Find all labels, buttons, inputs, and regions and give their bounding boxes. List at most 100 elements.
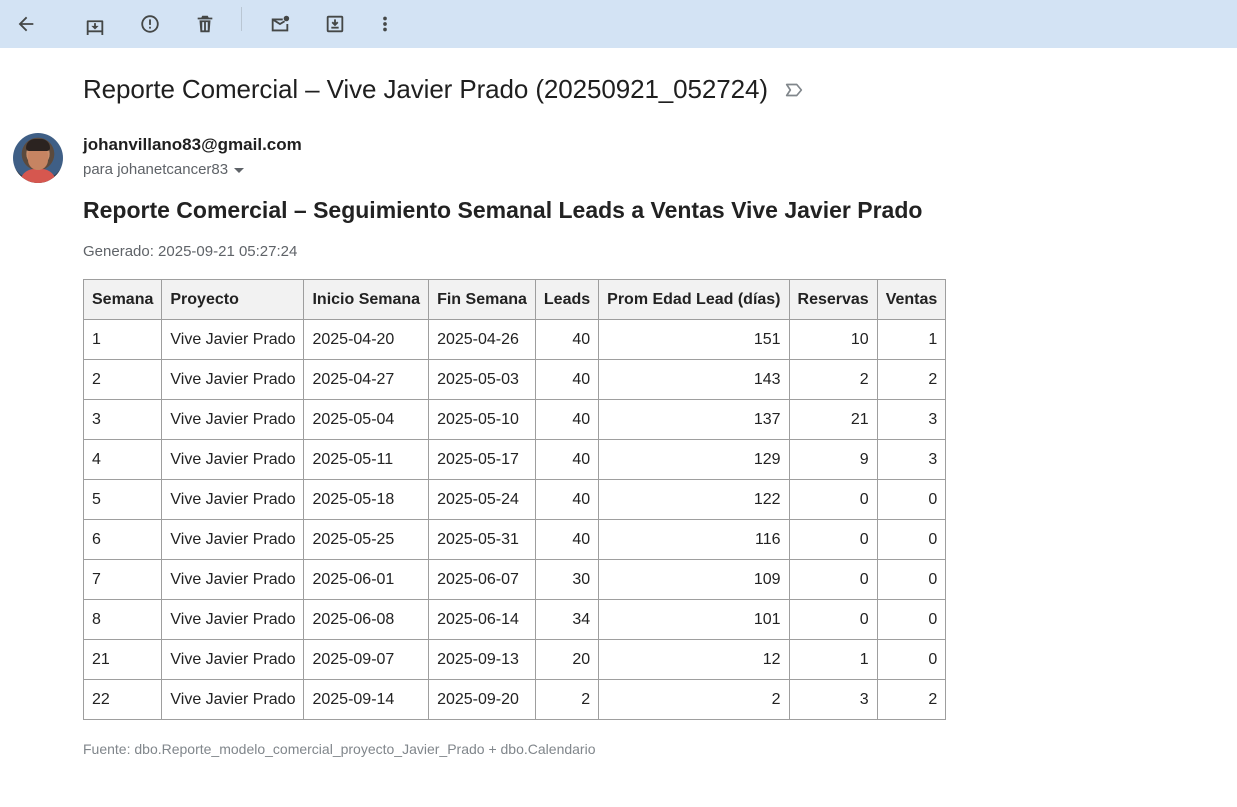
more-vert-icon[interactable] [367,6,403,42]
cell-prom-edad-lead: 122 [598,479,790,520]
cell-prom-edad-lead: 143 [598,359,790,400]
col-ventas: Ventas [876,279,947,320]
label-important-icon[interactable] [783,79,805,101]
cell-semana: 1 [82,319,163,360]
table-row: 8 Vive Javier Prado 2025-06-08 2025-06-14 34… [82,599,947,640]
cell-ventas: 0 [876,599,947,640]
table-row: 7 Vive Javier Prado 2025-06-01 2025-06-07 30… [82,559,947,600]
col-leads: Leads [534,279,600,320]
cell-semana: 7 [82,559,163,600]
cell-semana: 21 [82,639,163,680]
cell-fin-semana: 2025-04-26 [428,319,536,360]
report-title: Reporte Comercial – Seguimiento Semanal … [83,197,923,223]
delete-icon[interactable] [187,6,223,42]
cell-prom-edad-lead: 101 [598,599,790,640]
table-row: 1 Vive Javier Prado 2025-04-20 2025-04-26 40… [82,319,947,360]
cell-proyecto: Vive Javier Prado [161,599,305,640]
move-to-icon[interactable] [317,6,353,42]
cell-inicio-semana: 2025-09-14 [303,679,430,720]
cell-proyecto: Vive Javier Prado [161,319,305,360]
sender-avatar[interactable] [13,133,63,183]
mark-unread-icon[interactable] [262,6,298,42]
report-table: Semana Proyecto Inicio Semana Fin Semana… [82,279,947,720]
table-row: 3 Vive Javier Prado 2025-05-04 2025-05-10 40… [82,399,947,440]
archive-icon[interactable] [77,6,113,42]
col-proyecto: Proyecto [161,279,305,320]
cell-fin-semana: 2025-05-03 [428,359,536,400]
table-row: 2 Vive Javier Prado 2025-04-27 2025-05-03 40… [82,359,947,400]
cell-fin-semana: 2025-05-10 [428,399,536,440]
cell-inicio-semana: 2025-05-11 [303,439,430,480]
cell-proyecto: Vive Javier Prado [161,519,305,560]
cell-prom-edad-lead: 137 [598,399,790,440]
subject-row: Reporte Comercial – Vive Javier Prado (2… [83,74,805,105]
cell-proyecto: Vive Javier Prado [161,359,305,400]
cell-ventas: 2 [876,359,947,400]
cell-inicio-semana: 2025-09-07 [303,639,430,680]
cell-proyecto: Vive Javier Prado [161,679,305,720]
col-prom-edad-lead: Prom Edad Lead (días) [598,279,790,320]
cell-reservas: 0 [788,599,878,640]
cell-semana: 4 [82,439,163,480]
message-toolbar [0,0,1237,48]
table-row: 4 Vive Javier Prado 2025-05-11 2025-05-17 40… [82,439,947,480]
back-arrow-icon[interactable] [8,6,44,42]
cell-inicio-semana: 2025-06-01 [303,559,430,600]
cell-semana: 5 [82,479,163,520]
cell-semana: 8 [82,599,163,640]
cell-proyecto: Vive Javier Prado [161,479,305,520]
cell-leads: 40 [534,479,600,520]
table-row: 5 Vive Javier Prado 2025-05-18 2025-05-24 40… [82,479,947,520]
cell-fin-semana: 2025-05-24 [428,479,536,520]
cell-inicio-semana: 2025-06-08 [303,599,430,640]
sender-email[interactable]: johanvillano83@gmail.com [83,135,302,155]
cell-reservas: 3 [788,679,878,720]
cell-leads: 34 [534,599,600,640]
cell-leads: 40 [534,359,600,400]
cell-leads: 2 [534,679,600,720]
cell-reservas: 1 [788,639,878,680]
col-semana: Semana [82,279,163,320]
cell-semana: 22 [82,679,163,720]
col-fin-semana: Fin Semana [428,279,536,320]
chevron-down-icon[interactable] [234,168,245,173]
cell-semana: 6 [82,519,163,560]
table-row: 22 Vive Javier Prado 2025-09-14 2025-09-20 2… [82,679,947,720]
cell-ventas: 1 [876,319,947,360]
cell-fin-semana: 2025-06-07 [428,559,536,600]
cell-leads: 20 [534,639,600,680]
cell-leads: 40 [534,319,600,360]
cell-proyecto: Vive Javier Prado [161,639,305,680]
cell-ventas: 3 [876,399,947,440]
cell-fin-semana: 2025-09-13 [428,639,536,680]
cell-fin-semana: 2025-09-20 [428,679,536,720]
cell-ventas: 3 [876,439,947,480]
cell-prom-edad-lead: 12 [598,639,790,680]
generated-timestamp: Generado: 2025-09-21 05:27:24 [83,243,298,260]
toolbar-divider [241,7,242,31]
col-reservas: Reservas [788,279,878,320]
cell-fin-semana: 2025-06-14 [428,599,536,640]
report-spam-icon[interactable] [132,6,168,42]
source-note: Fuente: dbo.Reporte_modelo_comercial_pro… [83,741,596,757]
cell-reservas: 9 [788,439,878,480]
cell-prom-edad-lead: 109 [598,559,790,600]
cell-reservas: 0 [788,479,878,520]
cell-reservas: 21 [788,399,878,440]
cell-prom-edad-lead: 116 [598,519,790,560]
cell-leads: 30 [534,559,600,600]
recipient-details[interactable]: para johanetcancer83 [83,161,245,178]
avatar-shirt [20,169,56,183]
cell-reservas: 2 [788,359,878,400]
cell-inicio-semana: 2025-04-27 [303,359,430,400]
cell-reservas: 0 [788,519,878,560]
table-header-row: Semana Proyecto Inicio Semana Fin Semana… [82,279,947,320]
cell-reservas: 0 [788,559,878,600]
avatar-hair [26,139,50,151]
table-body: 1 Vive Javier Prado 2025-04-20 2025-04-26 40… [82,319,947,720]
cell-proyecto: Vive Javier Prado [161,439,305,480]
cell-prom-edad-lead: 2 [598,679,790,720]
cell-semana: 3 [82,399,163,440]
cell-ventas: 0 [876,479,947,520]
cell-proyecto: Vive Javier Prado [161,559,305,600]
